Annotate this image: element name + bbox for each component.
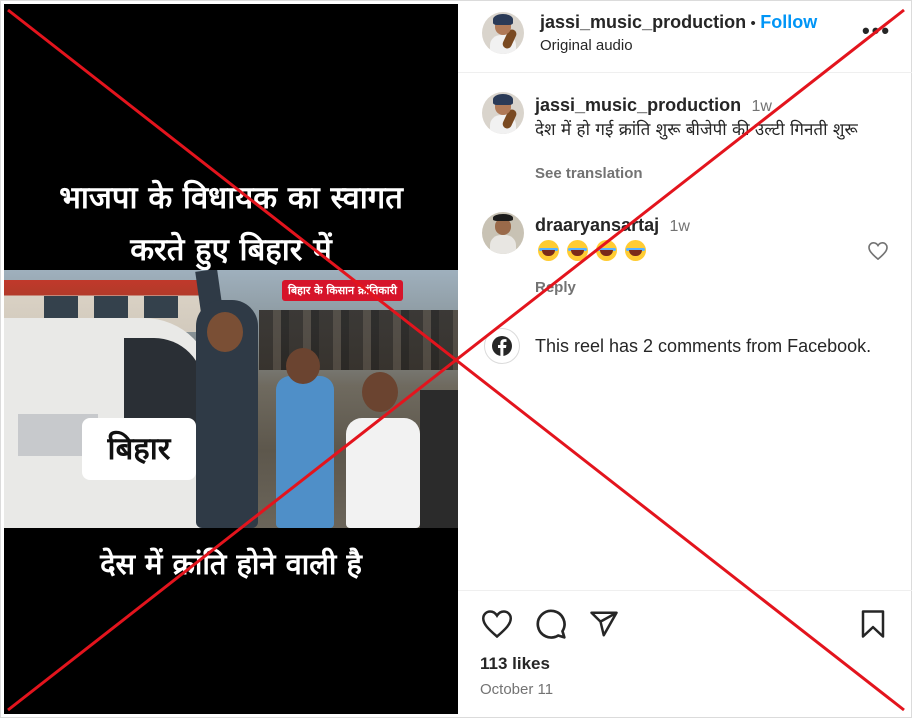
- reel-video[interactable]: भाजपा के विधायक का स्वागत करते हुए बिहार…: [4, 4, 458, 714]
- post-date: October 11: [480, 681, 554, 698]
- more-icon[interactable]: •••: [862, 18, 891, 44]
- header-separator: •: [750, 15, 756, 32]
- follow-button[interactable]: Follow: [760, 12, 817, 32]
- likes-count[interactable]: 113 likes: [480, 654, 550, 674]
- post-side-panel: jassi_music_production • Follow Original…: [458, 0, 912, 718]
- facebook-icon: [484, 328, 520, 364]
- location-label: बिहार: [82, 418, 196, 480]
- person-white-shirt: [346, 418, 420, 528]
- comment-emojis: [538, 240, 654, 261]
- comment-username[interactable]: jassi_music_production: [535, 95, 741, 115]
- comment-time: 1w: [751, 98, 772, 115]
- post-header: jassi_music_production • Follow Original…: [458, 0, 912, 73]
- share-icon[interactable]: [589, 609, 619, 639]
- avatar[interactable]: [482, 92, 524, 134]
- caption-line-2: करते हुए बिहार में: [130, 232, 332, 268]
- caption-line-1: भाजपा के विधायक का स्वागत: [59, 180, 403, 216]
- person-blue-shirt: [276, 376, 334, 528]
- comment-time: 1w: [669, 218, 690, 235]
- laughing-emoji-icon: [567, 240, 588, 261]
- reply-button[interactable]: Reply: [535, 279, 576, 296]
- comment-icon[interactable]: [535, 608, 567, 640]
- laughing-emoji-icon: [625, 240, 646, 261]
- video-scene: [4, 270, 458, 528]
- video-caption-bottom: देस में क्रांति होने वाली है: [100, 547, 362, 581]
- comment-text: देश में हो गई क्रांति शुरू बीजेपी की उल्…: [535, 120, 858, 140]
- laughing-emoji-icon: [596, 240, 617, 261]
- audio-label[interactable]: Original audio: [540, 37, 633, 54]
- video-red-tag: बिहार के किसान क्रांतिकारी: [282, 280, 404, 301]
- video-caption-top: भाजपा के विधायक का स्वागत करते हुए बिहार…: [4, 172, 458, 276]
- heart-icon[interactable]: [868, 242, 888, 260]
- header-username[interactable]: jassi_music_production: [540, 12, 746, 32]
- avatar[interactable]: [482, 212, 524, 254]
- see-translation-link[interactable]: See translation: [535, 165, 643, 182]
- bookmark-icon[interactable]: [858, 609, 888, 639]
- laughing-emoji-icon: [538, 240, 559, 261]
- avatar[interactable]: [482, 12, 524, 54]
- heart-icon[interactable]: [482, 610, 512, 638]
- comment-username[interactable]: draaryansartaj: [535, 215, 659, 235]
- motorbike: [420, 390, 458, 528]
- facebook-comments-note[interactable]: This reel has 2 comments from Facebook.: [535, 336, 871, 357]
